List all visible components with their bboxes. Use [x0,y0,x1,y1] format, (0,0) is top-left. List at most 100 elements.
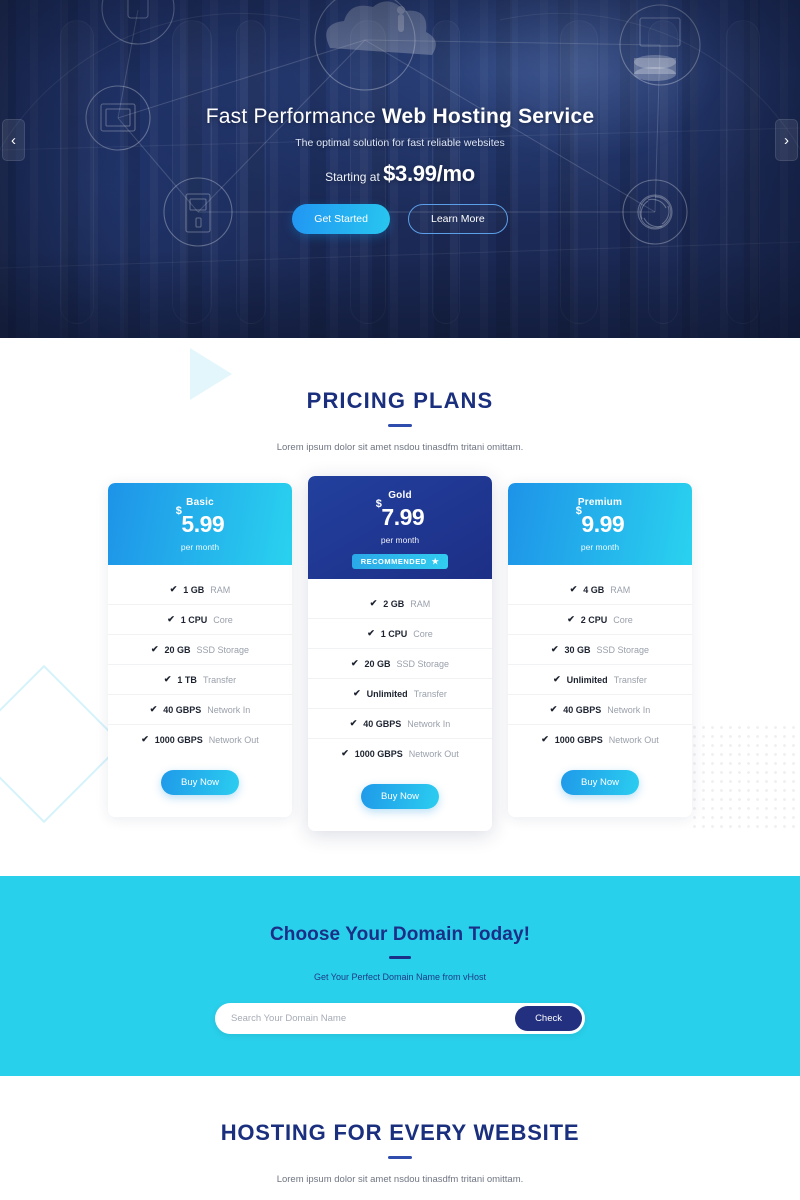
plan-period: per month [380,535,420,545]
feature-row: ✔ 1 GB RAM [108,575,292,605]
feature-row: ✔ 1000 GBPS Network Out [108,725,292,754]
learn-more-button[interactable]: Learn More [408,204,508,235]
pricing-subtitle: Lorem ipsum dolor sit amet nsdou tinasdf… [276,442,524,453]
feature-row: ✔ 20 GB SSD Storage [308,649,492,679]
feature-row: ✔ 1000 GBPS Network Out [308,739,492,768]
feature-list: ✔ 2 GB RAM ✔ 1 CPU Core ✔ 20 GB SSD Storage ✔ U… [308,579,492,768]
feature-row: ✔ 4 GB RAM [508,575,692,605]
check-icon: ✔ [569,584,578,594]
pricing-title: PRICING PLANS [306,388,494,413]
feature-label: Network Out [408,748,459,759]
feature-label: Network Out [208,734,259,745]
check-icon: ✔ [350,658,359,668]
check-icon: ✔ [169,584,178,594]
feature-value: 20 GB [164,644,191,655]
domain-subtitle: Get Your Perfect Domain Name from vHost [313,972,487,982]
feature-label: SSD Storage [596,644,650,655]
feature-row: ✔ 1 CPU Core [308,619,492,649]
currency-symbol: $ [375,498,382,511]
pricing-header: PRICING PLANS Lorem ipsum dolor sit amet… [0,338,800,453]
price-value: 9.99 [581,511,625,537]
domain-search-bar[interactable]: Check [215,1003,585,1034]
feature-list: ✔ 1 GB RAM ✔ 1 CPU Core ✔ 20 GB SSD Storage ✔ 1… [108,565,292,754]
feature-row: ✔ 1 CPU Core [108,605,292,635]
check-icon: ✔ [150,644,159,654]
feature-label: Transfer [613,674,647,685]
hero-banner: Fast Performance Web Hosting Service The… [0,0,800,338]
plan-period: per month [580,542,620,552]
feature-value: 1000 GBPS [354,748,403,759]
domain-title: Choose Your Domain Today! [0,924,800,946]
check-domain-button[interactable]: Check [515,1006,582,1031]
feature-label: Transfer [202,674,237,685]
pricing-card-gold[interactable]: Gold $7.99 per month RECOMMENDED ★ ✔ 2 GB R… [308,476,492,831]
feature-row: ✔ 2 GB RAM [308,589,492,619]
hero-button-group: Get Started Learn More [0,204,800,235]
domain-title-part1: Choose Your [269,924,393,945]
feature-value: 4 GB [583,584,605,595]
check-icon: ✔ [341,748,349,758]
feature-value: 1 TB [177,674,197,685]
card-header-gold: Gold $7.99 per month RECOMMENDED ★ [308,476,492,579]
plan-name: Basic [186,497,214,508]
feature-value: 1 GB [183,584,205,595]
feature-label: Network Out [608,734,659,745]
price-value: 7.99 [381,504,425,530]
check-icon: ✔ [549,704,558,714]
feature-row: ✔ 40 GBPS Network In [108,695,292,725]
card-cta-wrap: Buy Now [108,754,292,817]
feature-row: ✔ 2 CPU Core [508,605,692,635]
domain-divider [389,956,411,959]
feature-value: Unlimited [566,674,608,685]
card-cta-wrap: Buy Now [508,754,692,817]
hero-title: Fast Performance Web Hosting Service [0,104,800,130]
get-started-button[interactable]: Get Started [292,204,390,235]
pricing-card-basic[interactable]: Basic $5.99 per month ✔ 1 GB RAM ✔ 1 CPU Cor… [108,483,292,817]
check-icon: ✔ [349,718,358,728]
feature-row: ✔ 40 GBPS Network In [308,709,492,739]
feature-label: Core [613,614,633,625]
pricing-card-premium[interactable]: Premium $9.99 per month ✔ 4 GB RAM ✔ 2 CPU C… [508,483,692,817]
check-icon: ✔ [541,734,549,744]
hero-subtitle: The optimal solution for fast reliable w… [295,137,505,150]
feature-value: 40 GBPS [363,718,402,729]
hero-price-value: $3.99/mo [383,161,475,187]
badge-label: RECOMMENDED [360,557,427,566]
hosting-section: HOSTING FOR EVERY WEBSITE Lorem ipsum do… [0,1076,800,1200]
hero-price-line: Starting at $3.99/mo [0,161,800,187]
check-icon: ✔ [141,734,149,744]
feature-label: Network In [607,704,651,715]
buy-now-button-premium[interactable]: Buy Now [560,770,639,795]
feature-value: 30 GB [564,644,591,655]
recommended-badge: RECOMMENDED ★ [351,554,449,569]
feature-label: Transfer [413,688,447,699]
buy-now-button-gold[interactable]: Buy Now [360,784,439,809]
carousel-prev-icon[interactable]: ‹ [2,119,25,161]
plan-period: per month [180,542,220,552]
star-icon: ★ [431,557,440,566]
check-icon: ✔ [149,704,158,714]
feature-label: SSD Storage [396,658,450,669]
feature-label: Core [213,614,233,625]
check-icon: ✔ [553,674,561,684]
carousel-next-icon[interactable]: › [775,119,798,161]
hero-title-bold: Web Hosting Service [381,105,595,128]
check-icon: ✔ [369,598,378,608]
domain-search-input[interactable] [231,1013,516,1024]
feature-label: RAM [410,598,431,609]
buy-now-button-basic[interactable]: Buy Now [160,770,239,795]
hero-title-light: Fast Performance [205,105,382,128]
domain-search-section: Choose Your Domain Today! Get Your Perfe… [0,876,800,1076]
check-icon: ✔ [367,628,375,638]
feature-row: ✔ 20 GB SSD Storage [108,635,292,665]
plan-price: $5.99 [118,506,282,536]
domain-title-part2: Today! [463,924,531,945]
currency-symbol: $ [575,505,582,518]
feature-list: ✔ 4 GB RAM ✔ 2 CPU Core ✔ 30 GB SSD Storage ✔ U… [508,565,692,754]
feature-label: SSD Storage [196,644,250,655]
feature-row: ✔ 1000 GBPS Network Out [508,725,692,754]
card-header-basic: Basic $5.99 per month [108,483,292,565]
feature-label: RAM [610,584,631,595]
feature-value: 2 GB [383,598,405,609]
feature-value: 1 CPU [380,628,408,639]
